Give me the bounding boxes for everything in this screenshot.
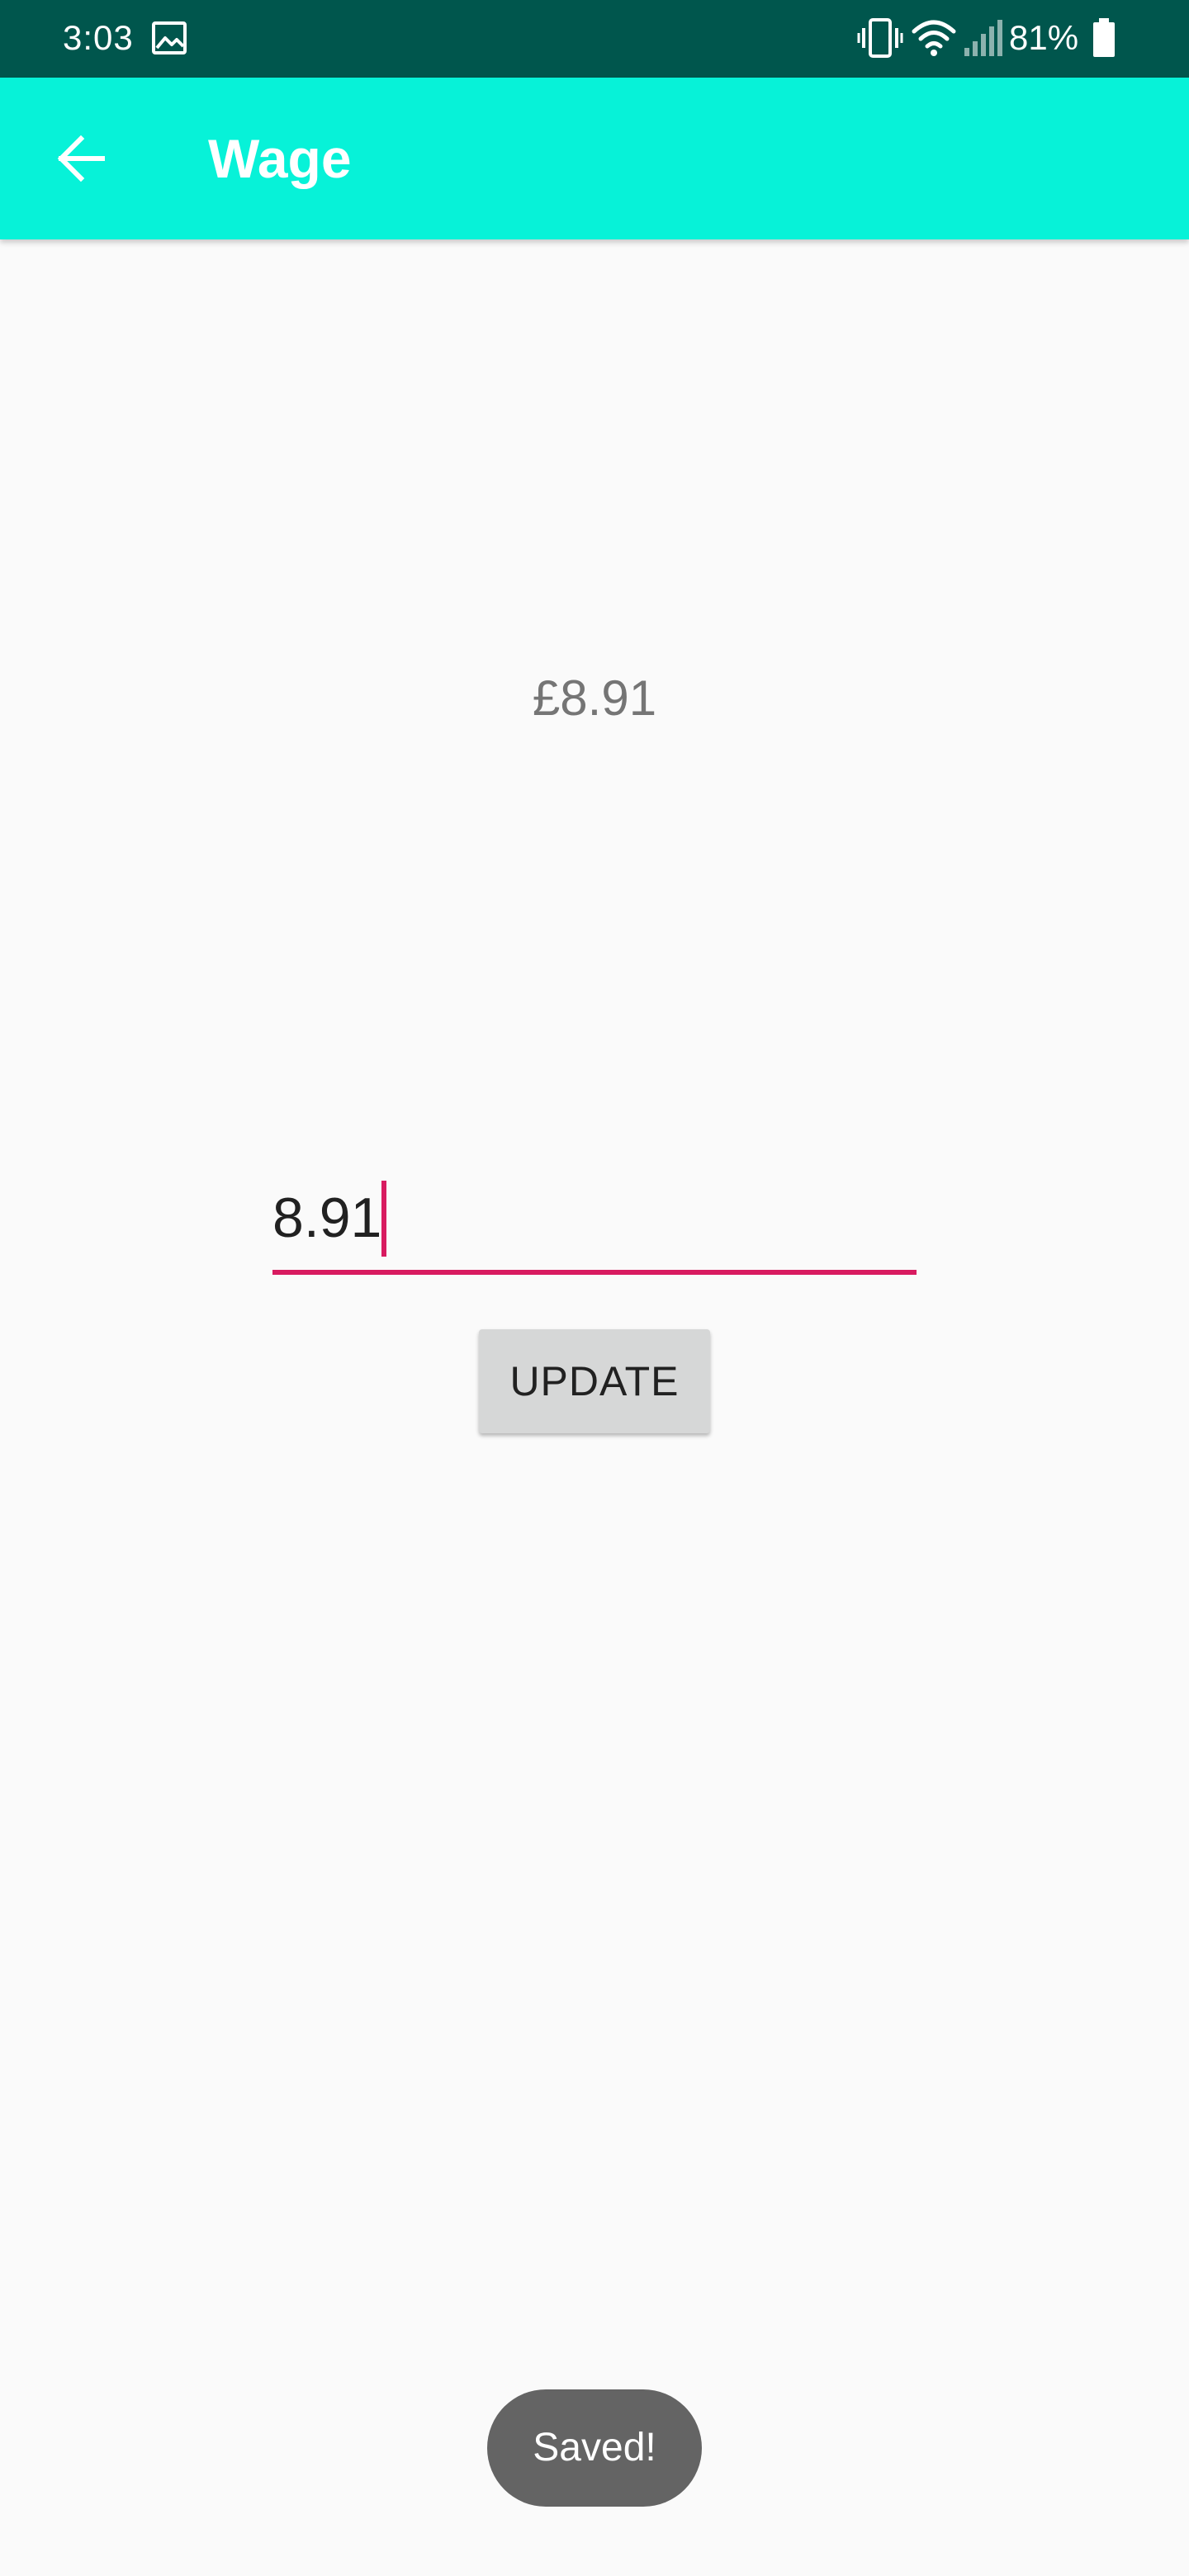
wage-input[interactable] xyxy=(272,1181,917,1255)
toast-message: Saved! xyxy=(487,2389,702,2507)
status-time: 3:03 xyxy=(63,18,134,57)
battery-percent: 81% xyxy=(1009,18,1079,57)
vibrate-icon xyxy=(857,18,903,58)
battery-icon xyxy=(1093,18,1115,57)
wage-display: £8.91 xyxy=(532,670,657,726)
wifi-icon xyxy=(912,20,956,56)
status-bar: 3:03 81% xyxy=(0,0,1189,78)
text-cursor xyxy=(381,1181,386,1257)
page-title: Wage xyxy=(208,128,352,189)
update-button[interactable]: UPDATE xyxy=(479,1329,710,1433)
back-button[interactable] xyxy=(33,111,129,206)
app-bar: Wage xyxy=(0,78,1189,239)
signal-icon xyxy=(964,20,1002,56)
gallery-icon xyxy=(152,21,187,54)
wage-input-field[interactable] xyxy=(272,1169,917,1275)
arrow-back-icon xyxy=(57,135,105,182)
